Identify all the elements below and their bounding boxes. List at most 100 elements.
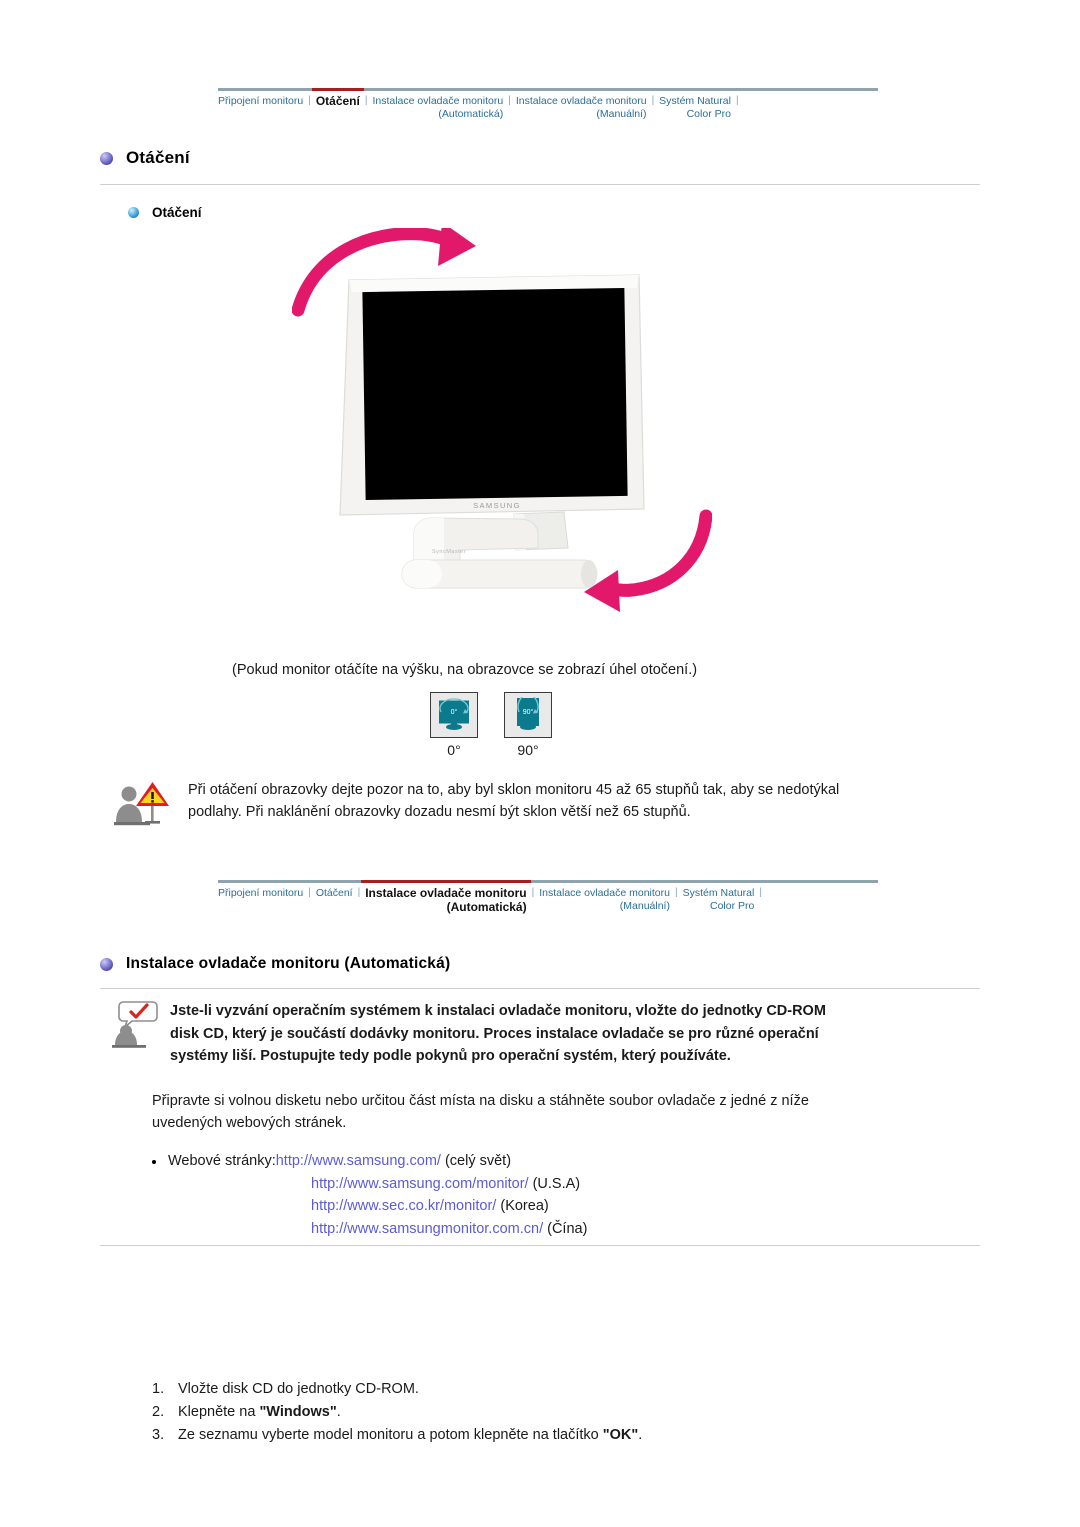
info-note-text: Jste-li vyzvání operačním systémem k ins… xyxy=(170,1003,826,1064)
monitor-stand-icon: SyncMaster xyxy=(401,517,598,589)
step-number: 2. xyxy=(152,1404,165,1420)
info-note: Jste-li vyzvání operačním systémem k ins… xyxy=(110,1000,850,1068)
rotate-arrow-bottom-icon xyxy=(584,509,712,612)
nav-tab-line: (Automatická) xyxy=(438,107,504,120)
nav-tab-line: Systém Natural xyxy=(659,95,731,107)
monitor-rotation-diagram-icon: SAMSUNG SyncMaster xyxy=(292,228,712,612)
step-number: 1. xyxy=(152,1381,165,1397)
nav-active-indicator-top xyxy=(311,88,364,91)
websites-bullet-icon xyxy=(152,1160,156,1164)
title-divider-2 xyxy=(100,988,980,989)
manual-page: Připojení monitoru | Otáčení | Instalace ovl… xyxy=(0,0,1080,1527)
warning-note-text: Při otáčení obrazovky dejte pozor na to,… xyxy=(188,782,840,820)
rotation-caption: (Pokud monitor otáčíte na výšku, na obra… xyxy=(232,662,698,678)
page-title-driver-install-text: Instalace ovladače monitoru (Automatická… xyxy=(126,955,451,972)
nav-tab-4[interactable]: Systém Natural Color Pro xyxy=(659,95,731,120)
website-region: (U.S.A) xyxy=(528,1175,581,1192)
monitor-rotation-90-icon: 90° 90° xyxy=(504,692,552,758)
step-text: Ze seznamu vyberte model monitoru a poto… xyxy=(178,1427,643,1443)
breadcrumb-nav-top: Připojení monitoru | Otáčení | Instalace ovl… xyxy=(218,88,878,120)
osd-icon-label: 0° xyxy=(447,742,461,758)
osd-icon-label: 90° xyxy=(517,742,539,758)
osd-icon-box: 0° xyxy=(430,692,478,738)
nav-separator: | xyxy=(357,887,361,898)
website-link[interactable]: http://www.samsung.com/ xyxy=(276,1153,441,1169)
page-title-rotation: Otáčení xyxy=(100,148,190,168)
warning-note: Při otáčení obrazovky dejte pozor na to,… xyxy=(112,780,872,833)
install-step: 3. Ze seznamu vyberte model monitoru a po… xyxy=(152,1424,642,1447)
nav-tab-line: Otáčení xyxy=(315,94,360,108)
website-row: http://www.sec.co.kr/monitor/ (Korea) xyxy=(168,1195,587,1218)
nav-separator: | xyxy=(364,95,368,106)
nav-tab-3[interactable]: Instalace ovladače monitoru (Manuální) xyxy=(516,95,647,120)
step-text: Vložte disk CD do jednotky CD-ROM. xyxy=(178,1381,419,1397)
nav-separator: | xyxy=(735,95,739,106)
install-steps-list: 1. Vložte disk CD do jednotky CD-ROM. 2. Kl… xyxy=(152,1378,642,1447)
nav-separator: | xyxy=(674,887,678,898)
website-row: Webové stránky:http://www.samsung.com/ (… xyxy=(168,1150,587,1173)
nav-tab-line: Instalace ovladače monitoru xyxy=(365,886,527,900)
monitor-body-icon: SAMSUNG xyxy=(339,274,645,516)
osd-icon-box: 90° xyxy=(504,692,552,738)
nav-tab-line: Připojení monitoru xyxy=(218,887,304,899)
heading-bullet-icon xyxy=(100,151,113,165)
breadcrumb-nav-bottom: Připojení monitoru | Otáčení | Instalace ovl… xyxy=(218,880,878,914)
nav-tab-3[interactable]: Instalace ovladače monitoru (Manuální) xyxy=(539,887,670,912)
page-title-text: Otáčení xyxy=(126,148,190,167)
svg-text:SAMSUNG: SAMSUNG xyxy=(473,501,521,510)
website-region: (Čína) xyxy=(543,1220,588,1237)
step-emphasis: "OK" xyxy=(602,1427,639,1443)
nav-tab-line: Instalace ovladače monitoru xyxy=(515,95,647,107)
website-region: (Korea) xyxy=(496,1198,549,1214)
nav-items-top: Připojení monitoru | Otáčení | Instalace ovl… xyxy=(218,91,878,120)
osd-monitor-glyph-icon: 90° xyxy=(517,697,539,730)
nav-tab-1[interactable]: Otáčení xyxy=(316,887,353,900)
svg-text:SyncMaster: SyncMaster xyxy=(432,549,466,555)
nav-tab-line: Otáčení xyxy=(315,887,353,899)
nav-tab-4[interactable]: Systém Natural Color Pro xyxy=(683,887,755,912)
nav-rule-top xyxy=(218,88,878,91)
svg-text:0°: 0° xyxy=(451,708,458,716)
website-link[interactable]: http://www.sec.co.kr/monitor/ xyxy=(311,1198,496,1214)
nav-tab-line: (Manuální) xyxy=(596,107,647,120)
website-region: (celý svět) xyxy=(440,1153,512,1169)
note-person-check-icon xyxy=(110,1000,158,1055)
step-text: Klepněte na "Windows". xyxy=(178,1404,341,1420)
nav-separator: | xyxy=(759,887,762,898)
nav-tab-line: Systém Natural xyxy=(682,887,755,899)
install-step: 1. Vložte disk CD do jednotky CD-ROM. xyxy=(152,1378,642,1401)
rotating-monitor-illustration: SAMSUNG SyncMaster xyxy=(292,228,712,618)
subheading-bullet-icon xyxy=(128,207,139,218)
nav-tab-line: Color Pro xyxy=(686,107,731,120)
step-emphasis: "Windows" xyxy=(259,1404,337,1420)
driver-paragraph: Připravte si volnou disketu nebo určitou… xyxy=(152,1093,809,1131)
nav-tab-line: (Automatická) xyxy=(446,899,527,914)
nav-rule-bottom xyxy=(218,880,878,883)
svg-text:90°: 90° xyxy=(523,708,534,716)
monitor-rotation-0-icon: 0° 0° xyxy=(430,692,478,758)
install-step: 2. Klepněte na "Windows". xyxy=(152,1401,642,1424)
nav-separator: | xyxy=(308,887,311,898)
website-link[interactable]: http://www.samsung.com/monitor/ xyxy=(311,1176,529,1192)
nav-tab-line: Připojení monitoru xyxy=(218,95,304,107)
nav-tab-0[interactable]: Připojení monitoru xyxy=(218,95,303,108)
page-title-driver-install: Instalace ovladače monitoru (Automatická… xyxy=(100,955,450,973)
nav-tab-line: Instalace ovladače monitoru xyxy=(539,887,670,899)
websites-label: Webové stránky: xyxy=(168,1153,276,1169)
nav-tab-0[interactable]: Připojení monitoru xyxy=(218,887,303,900)
nav-separator: | xyxy=(308,95,311,106)
subsection-title-text: Otáčení xyxy=(152,205,202,220)
websites-list: Webové stránky:http://www.samsung.com/ (… xyxy=(168,1150,587,1240)
nav-tab-line: Color Pro xyxy=(710,899,755,912)
title-divider xyxy=(100,184,980,185)
website-link[interactable]: http://www.samsungmonitor.com.cn/ xyxy=(311,1221,543,1237)
subsection-title-rotation: Otáčení xyxy=(128,205,202,220)
nav-separator: | xyxy=(531,887,535,898)
nav-active-indicator-bottom xyxy=(361,880,531,883)
nav-tab-2[interactable]: Instalace ovladače monitoru (Automatická) xyxy=(365,886,527,914)
nav-tab-1[interactable]: Otáčení xyxy=(315,94,360,109)
nav-separator: | xyxy=(651,95,655,106)
nav-tab-2[interactable]: Instalace ovladače monitoru (Automatická) xyxy=(372,95,503,120)
osd-rotation-icons: 0° 0° 90° 90° xyxy=(430,692,552,758)
website-row: http://www.samsung.com/monitor/ (U.S.A) xyxy=(168,1173,587,1196)
